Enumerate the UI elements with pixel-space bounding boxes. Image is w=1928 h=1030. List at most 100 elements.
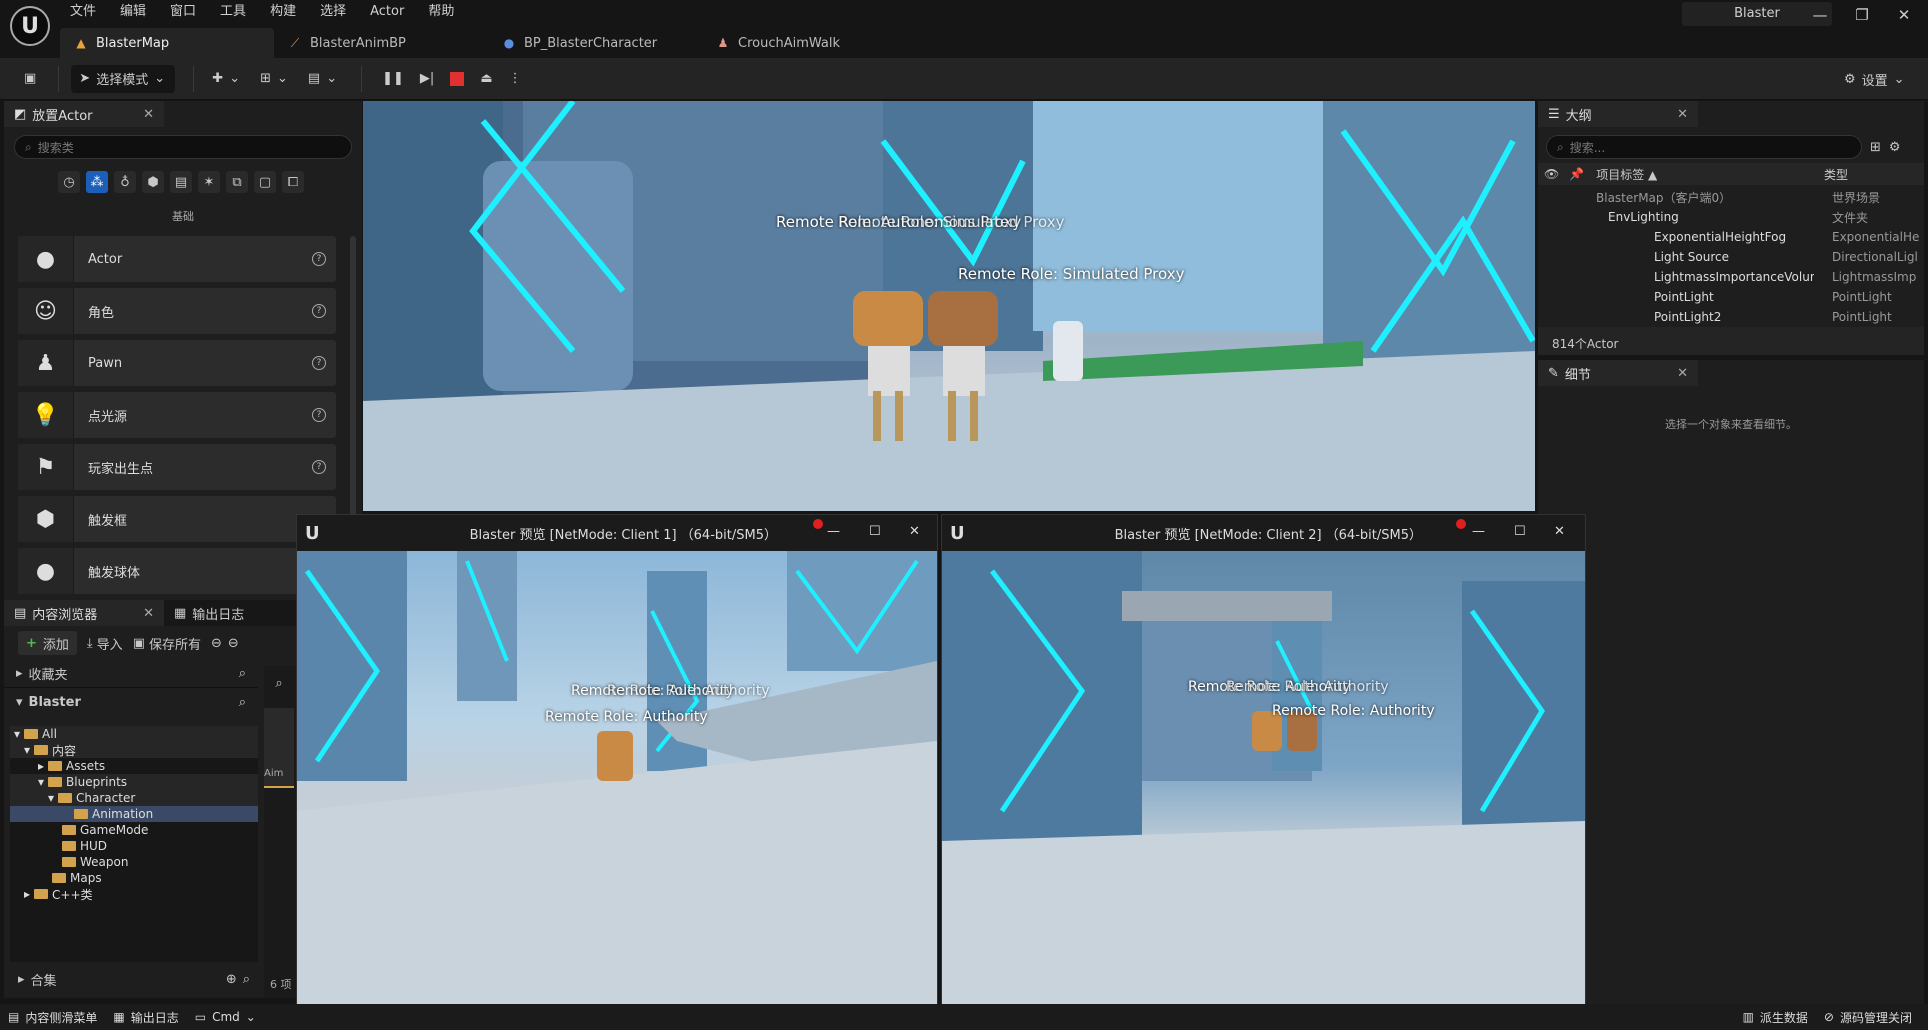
- place-actors-search[interactable]: ⌕ 搜索类: [14, 135, 352, 159]
- visual-effects-icon[interactable]: ✶: [198, 171, 220, 193]
- derived-data-button[interactable]: ▥ 派生数据: [1735, 1004, 1816, 1030]
- content-drawer-button[interactable]: ▤ 内容侧滑菜单: [0, 1004, 105, 1030]
- more-options-icon[interactable]: ⋮: [501, 65, 530, 93]
- place-item-point-light[interactable]: 💡 点光源 ?: [18, 392, 336, 438]
- client2-viewport[interactable]: Remote Role: Authority Remote Role: Auth…: [942, 551, 1585, 1029]
- outliner-tab[interactable]: ☰ 大纲 ✕: [1538, 101, 1698, 127]
- blueprints-button[interactable]: ⊞ ⌄: [252, 65, 296, 93]
- close-icon[interactable]: ✕: [1554, 524, 1565, 539]
- place-item-actor[interactable]: ● Actor ?: [18, 236, 336, 282]
- close-icon[interactable]: ✕: [1888, 2, 1920, 28]
- tree-item-weapon[interactable]: Weapon: [10, 854, 258, 870]
- help-icon[interactable]: ?: [312, 408, 326, 422]
- tree-item-assets[interactable]: ▸ Assets: [10, 758, 258, 774]
- project-header[interactable]: ▾ Blaster ⌕: [4, 688, 258, 716]
- place-item-pawn[interactable]: ♟ Pawn ?: [18, 340, 336, 386]
- cinematic-icon[interactable]: ▤: [170, 171, 192, 193]
- import-button[interactable]: ⤓ 导入: [87, 634, 123, 653]
- client1-viewport[interactable]: Remote Role: Authority Remote Role: Auth…: [297, 551, 937, 1029]
- source-control-button[interactable]: ⊘ 源码管理关闭: [1816, 1004, 1920, 1030]
- eject-icon[interactable]: ⏏: [472, 65, 500, 93]
- cinematics-button[interactable]: ▤ ⌄: [300, 65, 345, 93]
- place-item-character[interactable]: ☺ 角色 ?: [18, 288, 336, 334]
- close-icon[interactable]: ✕: [1677, 107, 1688, 122]
- shapes-icon[interactable]: ⬢: [142, 171, 164, 193]
- add-button[interactable]: + 添加: [18, 631, 77, 655]
- outliner-row[interactable]: BlasterMap（客户端0） 世界场景: [1538, 187, 1924, 207]
- cmd-dropdown[interactable]: ▭ Cmd ⌄: [187, 1004, 264, 1030]
- minimize-icon[interactable]: —: [827, 524, 840, 539]
- outliner-search[interactable]: ⌕ 搜索...: [1546, 135, 1862, 159]
- recent-icon[interactable]: ◷: [58, 171, 80, 193]
- tab-blasteranimbp[interactable]: ⟋ BlasterAnimBP: [274, 28, 488, 58]
- favorites-header[interactable]: ▸ 收藏夹 ⌕: [4, 660, 258, 688]
- menu-file[interactable]: 文件: [58, 0, 108, 24]
- main-viewport[interactable]: Remote Role: Autonomous Proxy Remote Rol…: [363, 101, 1535, 511]
- step-frame-icon[interactable]: ▶|: [412, 65, 442, 93]
- gear-icon[interactable]: ⚙: [1889, 140, 1901, 155]
- tree-item-cpp-classes[interactable]: ▸ C++类: [10, 886, 258, 902]
- geometry-icon[interactable]: ⧉: [226, 171, 248, 193]
- content-browser-tab[interactable]: ▤ 内容浏览器 ✕: [4, 600, 164, 626]
- place-item-trigger-sphere[interactable]: ● 触发球体: [18, 548, 336, 594]
- save-all-button[interactable]: ▣ 保存所有: [133, 634, 201, 653]
- outliner-row[interactable]: PointLight PointLight: [1538, 287, 1924, 307]
- close-icon[interactable]: ✕: [143, 606, 154, 621]
- help-icon[interactable]: ?: [312, 460, 326, 474]
- menu-select[interactable]: 选择: [308, 0, 358, 24]
- outliner-row[interactable]: Light Source DirectionalLigl: [1538, 247, 1924, 267]
- outliner-row[interactable]: LightmassImportanceVolun LightmassImp: [1538, 267, 1924, 287]
- output-log-tab[interactable]: ▦ 输出日志: [164, 604, 254, 623]
- maximize-icon[interactable]: ☐: [1514, 524, 1526, 539]
- place-item-player-start[interactable]: ⚑ 玩家出生点 ?: [18, 444, 336, 490]
- menu-actor[interactable]: Actor: [358, 0, 416, 24]
- volumes-icon[interactable]: ▢: [254, 171, 276, 193]
- asset-tile[interactable]: Aim: [264, 708, 294, 788]
- forward-icon[interactable]: ⊖: [228, 636, 239, 651]
- tree-item-maps[interactable]: Maps: [10, 870, 258, 886]
- close-icon[interactable]: ✕: [143, 107, 154, 122]
- output-log-button[interactable]: ▦ 输出日志: [105, 1004, 186, 1030]
- search-icon[interactable]: ⌕: [239, 666, 246, 681]
- stop-button[interactable]: [442, 65, 472, 93]
- menu-help[interactable]: 帮助: [416, 0, 466, 24]
- tree-item-blueprints[interactable]: ▾ Blueprints: [10, 774, 258, 790]
- maximize-icon[interactable]: ☐: [869, 524, 881, 539]
- tab-blastermap[interactable]: ▲ BlasterMap: [60, 28, 274, 58]
- lights-icon[interactable]: ♁: [114, 171, 136, 193]
- save-icon[interactable]: ▣: [16, 65, 44, 93]
- select-mode-dropdown[interactable]: ➤ 选择模式 ⌄: [71, 64, 176, 93]
- minimize-icon[interactable]: —: [1804, 2, 1836, 28]
- collections-header[interactable]: ▸ 合集 ⊕ ⌕: [10, 964, 258, 994]
- help-icon[interactable]: ?: [312, 356, 326, 370]
- close-icon[interactable]: ✕: [909, 524, 920, 539]
- unreal-logo-icon[interactable]: U: [10, 6, 50, 46]
- search-icon[interactable]: ⌕: [239, 695, 246, 710]
- tab-crouchaimwalk[interactable]: ♟ CrouchAimWalk: [702, 28, 916, 58]
- pause-icon[interactable]: ❚❚: [374, 65, 412, 93]
- place-actors-tab[interactable]: ◩ 放置Actor ✕: [4, 101, 164, 127]
- add-content-button[interactable]: ✚ ⌄: [204, 65, 248, 93]
- add-collection-icon[interactable]: ⊕: [226, 972, 237, 987]
- help-icon[interactable]: ?: [312, 252, 326, 266]
- outliner-row[interactable]: PointLight2 PointLight: [1538, 307, 1924, 327]
- details-tab[interactable]: ✎ 细节 ✕: [1538, 360, 1698, 386]
- menu-tools[interactable]: 工具: [208, 0, 258, 24]
- search-icon[interactable]: ⌕: [243, 972, 250, 987]
- close-icon[interactable]: ✕: [1677, 366, 1688, 381]
- tree-item-character[interactable]: ▾ Character: [10, 790, 258, 806]
- restore-icon[interactable]: ❐: [1846, 2, 1878, 28]
- tree-item-gamemode[interactable]: GameMode: [10, 822, 258, 838]
- place-item-trigger-box[interactable]: ⬢ 触发框: [18, 496, 336, 542]
- add-folder-icon[interactable]: ⊞: [1870, 140, 1881, 155]
- minimize-icon[interactable]: —: [1472, 524, 1485, 539]
- outliner-row[interactable]: EnvLighting 文件夹: [1538, 207, 1924, 227]
- basic-icon[interactable]: ⁂: [86, 171, 108, 193]
- tab-bp-blastercharacter[interactable]: ● BP_BlasterCharacter: [488, 28, 702, 58]
- column-label[interactable]: 项目标签 ▲: [1596, 166, 1657, 183]
- outliner-row[interactable]: ExponentialHeightFog ExponentialHe: [1538, 227, 1924, 247]
- back-icon[interactable]: ⊖: [211, 636, 222, 651]
- settings-button[interactable]: ⚙ 设置 ⌄: [1836, 65, 1913, 93]
- menu-build[interactable]: 构建: [258, 0, 308, 24]
- tree-item-all[interactable]: ▾ All: [10, 726, 258, 742]
